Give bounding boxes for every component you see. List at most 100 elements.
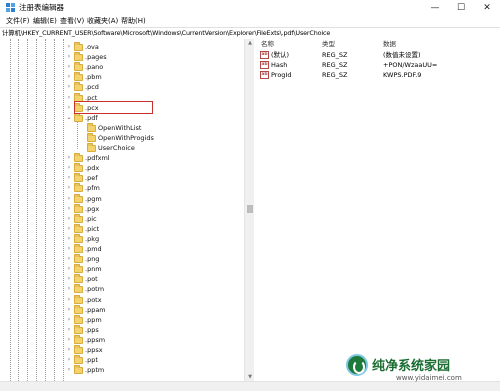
- tree-item[interactable]: › .ppm: [0, 314, 244, 325]
- expand-closed-icon[interactable]: ›: [66, 284, 72, 294]
- value-data: (数值未设置): [383, 51, 421, 59]
- expand-closed-icon[interactable]: ›: [66, 93, 72, 103]
- tree-item[interactable]: › .ppsm: [0, 334, 244, 345]
- minimize-button[interactable]: —: [422, 0, 448, 15]
- expand-closed-icon[interactable]: ›: [66, 264, 72, 274]
- tree-item[interactable]: › .pkg: [0, 233, 244, 244]
- value-name: (默认): [271, 51, 290, 59]
- expand-closed-icon[interactable]: ›: [66, 234, 72, 244]
- watermark-logo-icon: [346, 354, 368, 376]
- expand-closed-icon[interactable]: ›: [66, 173, 72, 183]
- expand-closed-icon[interactable]: ›: [66, 274, 72, 284]
- tree-item[interactable]: › .pps: [0, 324, 244, 335]
- folder-icon: [74, 213, 83, 223]
- tree-item[interactable]: › .ppam: [0, 304, 244, 315]
- tree-item[interactable]: › .pages: [0, 52, 244, 62]
- menu-view[interactable]: 查看(V): [60, 16, 84, 26]
- tree-item[interactable]: › .pbm: [0, 72, 244, 82]
- expand-closed-icon[interactable]: ›: [66, 224, 72, 234]
- address-path[interactable]: 计算机\HKEY_CURRENT_USER\Software\Microsoft…: [2, 28, 330, 39]
- tree-item-label: .ppsx: [85, 346, 103, 354]
- expand-closed-icon[interactable]: ›: [66, 335, 72, 345]
- tree-item[interactable]: ⌄ .pdf: [0, 112, 244, 123]
- expand-closed-icon[interactable]: ›: [66, 72, 72, 82]
- values-pane[interactable]: 名称 类型 数据 ab (默认) REG_SZ (数值未设置) ab Hash REG_SZ…: [256, 39, 500, 381]
- folder-icon: [87, 132, 96, 142]
- watermark-text: 纯净系统家园: [372, 359, 451, 374]
- folder-icon: [74, 153, 83, 163]
- value-row[interactable]: ab (默认) REG_SZ (数值未设置): [256, 50, 500, 60]
- tree-item[interactable]: OpenWithProgids: [0, 132, 244, 143]
- column-header-name[interactable]: 名称: [261, 39, 274, 49]
- close-button[interactable]: ✕: [474, 0, 500, 15]
- menu-file[interactable]: 文件(F): [6, 16, 30, 26]
- expand-closed-icon[interactable]: ›: [66, 345, 72, 355]
- tree-item-label: .ppt: [85, 356, 98, 365]
- expand-closed-icon[interactable]: ›: [66, 103, 72, 113]
- key-tree[interactable]: › .ova › .pages › .pano › .pbm › .pcd › .pct › .pcx ⌄.…: [0, 39, 244, 381]
- tree-item[interactable]: › .ova: [0, 42, 244, 52]
- folder-icon: [74, 365, 83, 375]
- tree-item[interactable]: › .pano: [0, 62, 244, 72]
- tree-item[interactable]: › .pnm: [0, 264, 244, 274]
- expand-closed-icon[interactable]: ›: [66, 315, 72, 325]
- folder-icon: [74, 274, 83, 284]
- tree-item[interactable]: › .ppt: [0, 355, 244, 365]
- expand-open-icon[interactable]: ⌄: [66, 113, 72, 123]
- tree-item[interactable]: › .pptm: [0, 365, 244, 375]
- value-row[interactable]: ab Hash REG_SZ +PON/WzaaUU=: [256, 60, 500, 70]
- tree-item[interactable]: › .pmd: [0, 244, 244, 254]
- expand-closed-icon[interactable]: ›: [66, 183, 72, 193]
- expand-closed-icon[interactable]: ›: [66, 325, 72, 335]
- maximize-button[interactable]: ☐: [448, 0, 474, 15]
- tree-item[interactable]: › .pcd: [0, 82, 244, 92]
- tree-item[interactable]: › .potm: [0, 284, 244, 294]
- watermark: 纯净系统家园 www.yidaimei.com: [346, 352, 496, 388]
- tree-item[interactable]: UserChoice: [0, 143, 244, 153]
- tree-item[interactable]: › .pict: [0, 223, 244, 234]
- expand-closed-icon[interactable]: ›: [66, 214, 72, 224]
- column-header-data[interactable]: 数据: [383, 39, 396, 49]
- menu-favorites[interactable]: 收藏夹(A): [87, 16, 118, 26]
- tree-item[interactable]: › .pdfxml: [0, 153, 244, 163]
- expand-closed-icon[interactable]: ›: [66, 204, 72, 214]
- tree-item[interactable]: › .potx: [0, 294, 244, 305]
- folder-icon: [74, 223, 83, 233]
- tree-item[interactable]: › .pgm: [0, 193, 244, 204]
- scroll-thumb[interactable]: [247, 205, 253, 213]
- expand-closed-icon[interactable]: ›: [66, 244, 72, 254]
- folder-icon: [74, 304, 83, 314]
- tree-item[interactable]: › .pic: [0, 213, 244, 224]
- tree-item-label: OpenWithProgids: [98, 133, 154, 142]
- expand-closed-icon[interactable]: ›: [66, 254, 72, 264]
- expand-closed-icon[interactable]: ›: [66, 194, 72, 204]
- menu-edit[interactable]: 编辑(E): [33, 16, 57, 26]
- expand-closed-icon[interactable]: ›: [66, 355, 72, 365]
- column-header-type[interactable]: 类型: [322, 39, 335, 49]
- tree-item[interactable]: OpenWithList: [0, 122, 244, 133]
- expand-closed-icon[interactable]: ›: [66, 153, 72, 163]
- menu-help[interactable]: 帮助(H): [121, 16, 146, 26]
- tree-item[interactable]: › .pot: [0, 274, 244, 284]
- folder-icon: [74, 314, 83, 324]
- tree-item-label: .ppam: [85, 305, 106, 314]
- tree-item-label: .pict: [85, 224, 100, 233]
- expand-closed-icon[interactable]: ›: [66, 42, 72, 52]
- expand-closed-icon[interactable]: ›: [66, 52, 72, 62]
- expand-closed-icon[interactable]: ›: [66, 365, 72, 375]
- tree-item[interactable]: › .pdx: [0, 163, 244, 173]
- expand-closed-icon[interactable]: ›: [66, 295, 72, 305]
- expand-closed-icon[interactable]: ›: [66, 82, 72, 92]
- tree-item[interactable]: › .pgx: [0, 203, 244, 214]
- folder-icon: [74, 334, 83, 344]
- tree-item-label: .pcd: [85, 83, 99, 92]
- expand-closed-icon[interactable]: ›: [66, 62, 72, 72]
- tree-item[interactable]: › .ppsx: [0, 345, 244, 355]
- value-row[interactable]: ab ProgId REG_SZ KWPS.PDF.9: [256, 70, 500, 80]
- expand-closed-icon[interactable]: ›: [66, 163, 72, 173]
- tree-item-label: .pkg: [85, 234, 100, 243]
- tree-item[interactable]: › .png: [0, 254, 244, 264]
- expand-closed-icon[interactable]: ›: [66, 305, 72, 315]
- tree-item[interactable]: › .pef: [0, 173, 244, 183]
- tree-item[interactable]: › .pfm: [0, 183, 244, 193]
